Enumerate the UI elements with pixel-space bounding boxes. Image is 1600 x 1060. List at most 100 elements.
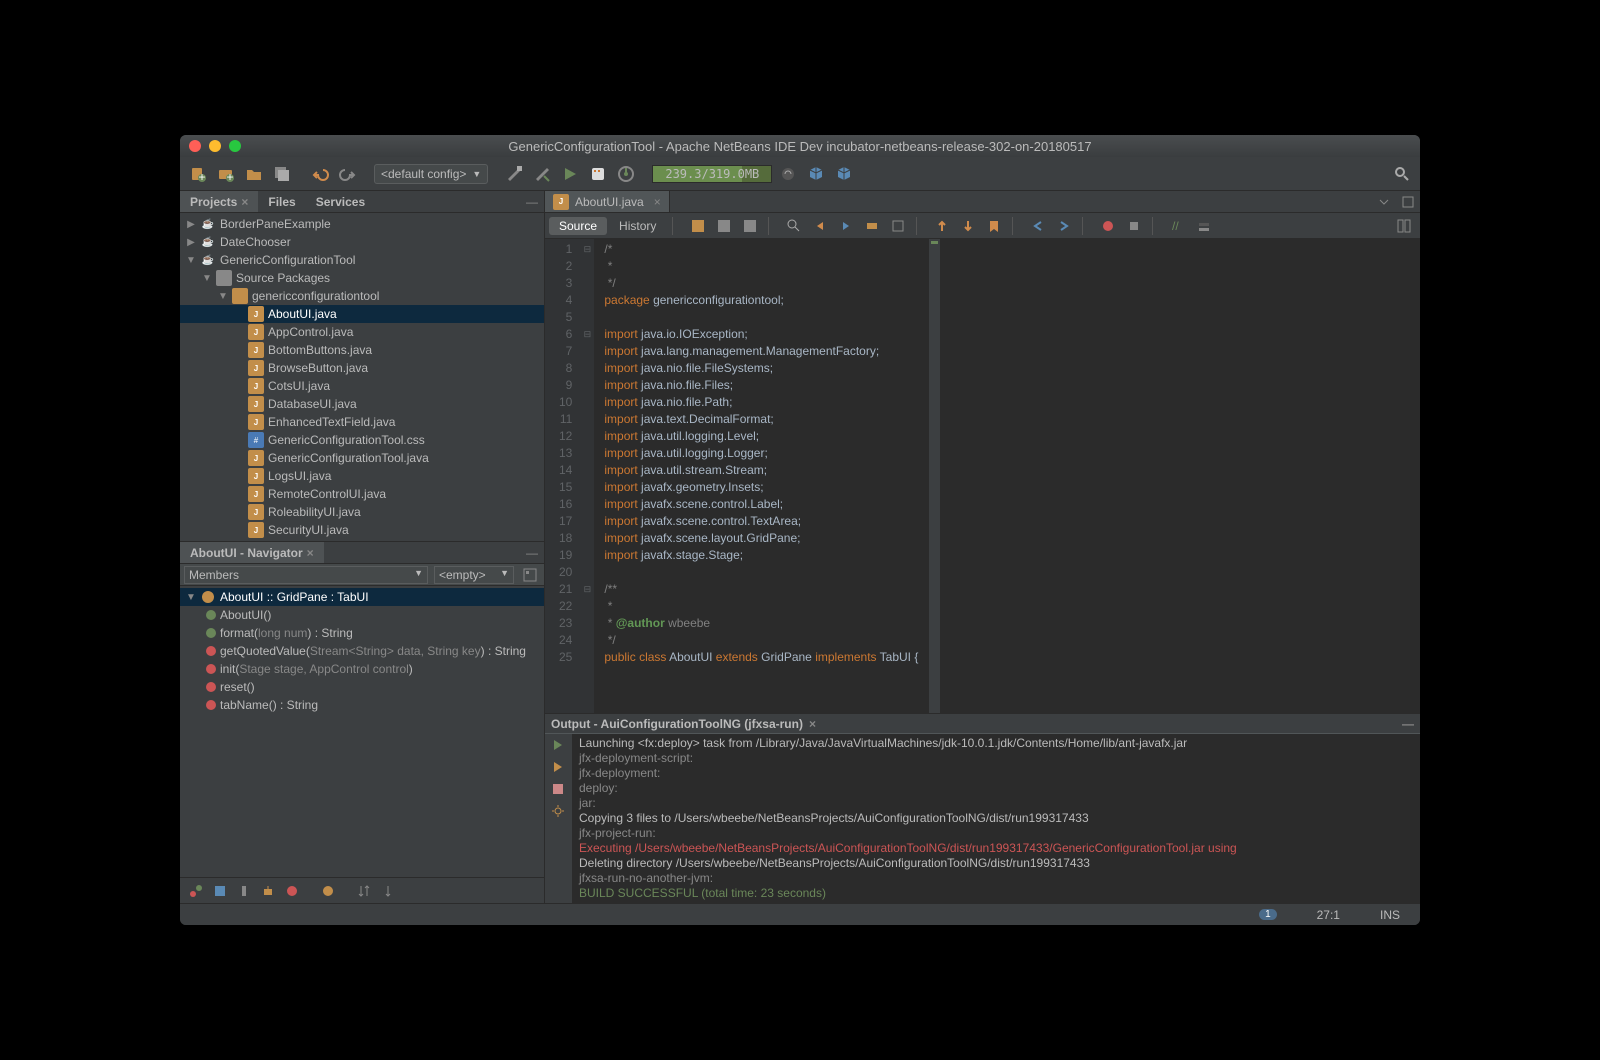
tree-row[interactable]: JAppControl.java (180, 323, 544, 341)
code-content[interactable]: /* * */package genericconfigurationtool;… (594, 239, 928, 713)
tree-row[interactable]: ▼☕GenericConfigurationTool (180, 251, 544, 269)
error-strip[interactable] (928, 239, 940, 713)
editor-tabs: J AboutUI.java × (545, 191, 1420, 213)
macro-stop-icon[interactable] (1122, 215, 1146, 237)
nav-member[interactable]: init(Stage stage, AppControl control) (180, 660, 544, 678)
prev-icon[interactable] (808, 215, 832, 237)
tree-row[interactable]: ▼Source Packages (180, 269, 544, 287)
cube1-icon[interactable] (804, 162, 828, 186)
nav-member[interactable]: AboutUI() (180, 606, 544, 624)
settings-icon[interactable] (551, 804, 567, 820)
nav-member[interactable]: format(long num) : String (180, 624, 544, 642)
output-text[interactable]: Launching <fx:deploy> task from /Library… (573, 734, 1420, 903)
gc-button[interactable] (776, 162, 800, 186)
nav-member[interactable]: tabName() : String (180, 696, 544, 714)
nav-fwd-icon[interactable] (1052, 215, 1076, 237)
tree-row[interactable]: JLogsUI.java (180, 467, 544, 485)
tab-files[interactable]: Files (258, 191, 305, 212)
config-selector[interactable]: <default config>▼ (374, 164, 488, 184)
tree-row[interactable]: #GenericConfigurationTool.css (180, 431, 544, 449)
tree-row[interactable]: JEnhancedTextField.java (180, 413, 544, 431)
tab-navigator[interactable]: AboutUI - Navigator× (180, 542, 324, 563)
minimize-panel-button[interactable]: — (520, 195, 544, 209)
bookmark-toggle-icon[interactable] (982, 215, 1006, 237)
navigator-tree[interactable]: ▼ AboutUI :: GridPane : TabUI AboutUI()f… (180, 586, 544, 877)
et-btn-1[interactable] (686, 215, 710, 237)
highlight-icon[interactable] (860, 215, 884, 237)
nav-back-icon[interactable] (1026, 215, 1050, 237)
code-editor[interactable]: 1234567891011121314151617181920212223242… (545, 239, 1420, 713)
new-project-button[interactable]: + (214, 162, 238, 186)
nav-btn-6[interactable] (318, 881, 338, 901)
cube2-icon[interactable] (832, 162, 856, 186)
close-icon[interactable]: × (307, 546, 314, 560)
fold-column[interactable]: ⊟⊟⊟ (580, 239, 594, 713)
bookmark-prev-icon[interactable] (930, 215, 954, 237)
tab-projects[interactable]: Projects× (180, 191, 258, 212)
find-icon[interactable] (782, 215, 806, 237)
close-icon[interactable]: × (241, 195, 248, 209)
nav-class-header[interactable]: ▼ AboutUI :: GridPane : TabUI (180, 588, 544, 606)
stop-icon[interactable] (551, 782, 567, 798)
close-icon[interactable]: × (654, 195, 661, 209)
open-project-button[interactable] (242, 162, 266, 186)
minimize-panel-button[interactable]: — (520, 546, 544, 560)
tree-row[interactable]: JRoleabilityUI.java (180, 503, 544, 521)
nav-sort2-icon[interactable] (378, 881, 398, 901)
split-icon[interactable] (1392, 215, 1416, 237)
tree-row[interactable]: ▶☕BorderPaneExample (180, 215, 544, 233)
uncomment-icon[interactable] (1192, 215, 1216, 237)
source-view-button[interactable]: Source (549, 217, 607, 235)
tree-row[interactable]: ▶☕DateChooser (180, 233, 544, 251)
nav-sort-icon[interactable] (354, 881, 374, 901)
macro-record-icon[interactable] (1096, 215, 1120, 237)
tree-row[interactable]: JGenericConfigurationTool.java (180, 449, 544, 467)
tree-row[interactable]: JSecurityUI.java (180, 521, 544, 539)
filter-selector[interactable]: <empty>▼ (434, 566, 514, 584)
et-btn-2[interactable] (712, 215, 736, 237)
minimize-panel-button[interactable]: — (1402, 717, 1414, 731)
undo-button[interactable] (308, 162, 332, 186)
close-icon[interactable]: × (809, 717, 816, 731)
editor-max-icon[interactable] (1396, 190, 1420, 214)
nav-member[interactable]: getQuotedValue(Stream<String> data, Stri… (180, 642, 544, 660)
nav-btn-3[interactable] (234, 881, 254, 901)
new-file-button[interactable]: + (186, 162, 210, 186)
run-button[interactable] (558, 162, 582, 186)
next-icon[interactable] (834, 215, 858, 237)
redo-button[interactable] (336, 162, 360, 186)
comment-icon[interactable]: // (1166, 215, 1190, 237)
save-all-button[interactable] (270, 162, 294, 186)
nav-btn-2[interactable] (210, 881, 230, 901)
et-btn-8[interactable] (886, 215, 910, 237)
editor-menu-icon[interactable] (1372, 190, 1396, 214)
rerun2-icon[interactable] (551, 760, 567, 776)
editor-tab-aboutui[interactable]: J AboutUI.java × (545, 191, 670, 212)
et-btn-3[interactable] (738, 215, 762, 237)
nav-btn-1[interactable] (186, 881, 206, 901)
tree-row[interactable]: ▼genericconfigurationtool (180, 287, 544, 305)
build-button[interactable] (502, 162, 526, 186)
bookmark-next-icon[interactable] (956, 215, 980, 237)
notification-badge[interactable]: 1 (1259, 909, 1277, 920)
tree-row[interactable]: JBrowseButton.java (180, 359, 544, 377)
search-icon[interactable] (1390, 162, 1414, 186)
tree-row[interactable]: JDatabaseUI.java (180, 395, 544, 413)
history-view-button[interactable]: History (609, 217, 666, 235)
rerun-icon[interactable] (551, 738, 567, 754)
memory-indicator[interactable]: 239.3/319.0MB (652, 165, 772, 183)
nav-member[interactable]: reset() (180, 678, 544, 696)
nav-btn-4[interactable] (258, 881, 278, 901)
nav-btn-5[interactable] (282, 881, 302, 901)
projects-tree[interactable]: ▶☕BorderPaneExample▶☕DateChooser▼☕Generi… (180, 213, 544, 541)
tree-row[interactable]: JAboutUI.java (180, 305, 544, 323)
tree-row[interactable]: JBottomButtons.java (180, 341, 544, 359)
clean-build-button[interactable] (530, 162, 554, 186)
debug-button[interactable] (586, 162, 610, 186)
profile-button[interactable] (614, 162, 638, 186)
nav-filter-icon[interactable] (520, 565, 540, 585)
members-selector[interactable]: Members▼ (184, 566, 428, 584)
tab-services[interactable]: Services (306, 191, 375, 212)
tree-row[interactable]: JRemoteControlUI.java (180, 485, 544, 503)
tree-row[interactable]: JCotsUI.java (180, 377, 544, 395)
